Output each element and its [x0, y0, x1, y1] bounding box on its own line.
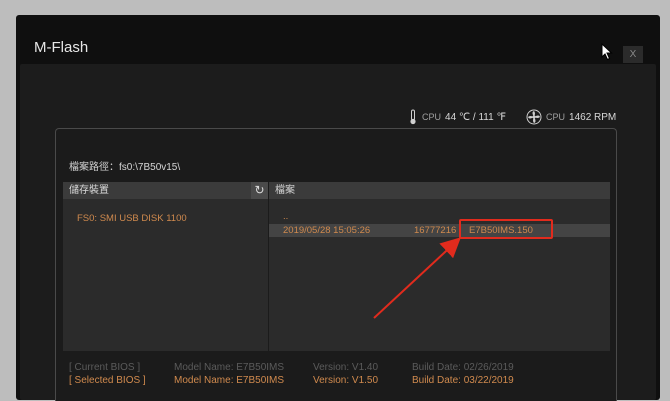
highlight-box — [459, 219, 553, 239]
mflash-window: M-Flash X CPU 44 ℃ / 111 ℉ CPU 1462 RPM … — [16, 15, 660, 401]
storage-device-list: 儲存裝置 ↻ FS0: SMI USB DISK 1100 — [63, 182, 268, 351]
file-date: 2019/05/28 15:05:26 — [283, 225, 371, 236]
file-path: 檔案路徑：fs0:\7B50v15\ — [69, 162, 181, 173]
cpu-temp-value: 44 ℃ / 111 ℉ — [445, 111, 506, 123]
file-list-header: 檔案 — [269, 182, 610, 199]
file-row[interactable]: 2019/05/28 15:05:26 16777216 E7B50IMS.15… — [269, 224, 610, 237]
current-bios-row: [ Current BIOS ] Model Name: E7B50IMS Ve… — [69, 362, 609, 375]
cpu-fan-label: CPU — [546, 112, 566, 122]
selected-bios-version: Version: V1.50 — [313, 375, 379, 386]
current-bios-label: [ Current BIOS ] — [69, 362, 141, 373]
file-list-header-label: 檔案 — [275, 185, 295, 196]
thermometer-icon — [410, 109, 416, 125]
refresh-icon[interactable]: ↻ — [251, 182, 268, 199]
cpu-fan-value: 1462 RPM — [569, 111, 617, 123]
storage-header: 儲存裝置 ↻ — [63, 182, 268, 199]
window-title: M-Flash — [34, 39, 89, 56]
selected-bios-row: [ Selected BIOS ] Model Name: E7B50IMS V… — [69, 375, 609, 388]
parent-directory-label: .. — [283, 211, 289, 222]
current-bios-version: Version: V1.40 — [313, 362, 379, 373]
current-bios-date: Build Date: 02/26/2019 — [412, 362, 514, 373]
flash-panel: 檔案路徑：fs0:\7B50v15\ 儲存裝置 ↻ FS0: SMI USB D… — [55, 128, 617, 401]
selected-bios-date: Build Date: 03/22/2019 — [412, 375, 514, 386]
device-item[interactable]: FS0: SMI USB DISK 1100 — [77, 213, 187, 224]
mouse-cursor-icon — [601, 43, 613, 61]
storage-header-label: 儲存裝置 — [69, 185, 109, 196]
cpu-temp-status: CPU 44 ℃ / 111 ℉ — [408, 109, 506, 125]
cpu-fan-status: CPU 1462 RPM — [526, 109, 616, 125]
selected-bios-label: [ Selected BIOS ] — [69, 375, 146, 386]
close-button[interactable]: X — [623, 46, 643, 63]
current-bios-model: Model Name: E7B50IMS — [174, 362, 285, 373]
file-size: 16777216 — [414, 225, 457, 236]
selected-bios-model: Model Name: E7B50IMS — [174, 375, 285, 386]
parent-directory-item[interactable]: .. — [269, 210, 610, 223]
fan-icon — [526, 109, 542, 125]
file-list: 檔案 .. 2019/05/28 15:05:26 16777216 E7B50… — [269, 182, 610, 351]
cpu-temp-label: CPU — [422, 112, 442, 122]
